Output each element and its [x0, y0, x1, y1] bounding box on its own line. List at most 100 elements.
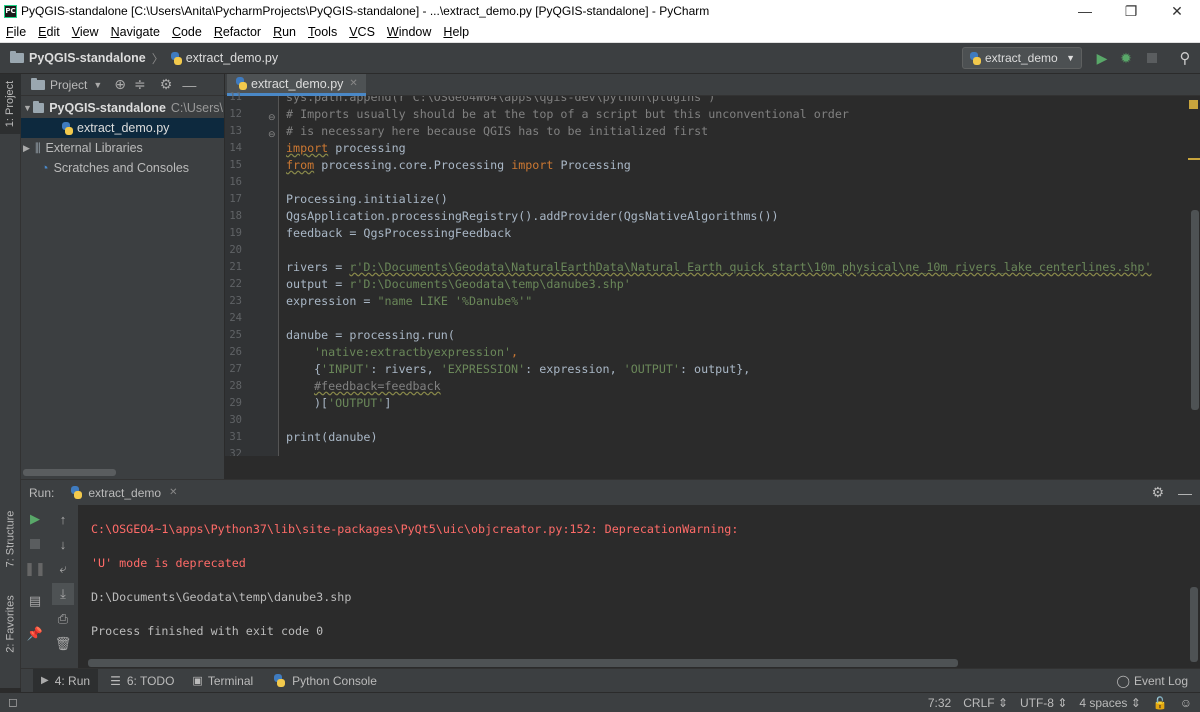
close-tab-icon[interactable]: ✕: [169, 487, 177, 498]
hide-panel-icon[interactable]: —: [182, 77, 196, 93]
line-separator[interactable]: CRLF ⇕: [963, 696, 1008, 710]
tree-item-path: C:\Users\: [170, 101, 223, 115]
code-line-25: danube = processing.run(: [286, 328, 455, 342]
lock-icon[interactable]: 🔓: [1153, 696, 1168, 710]
tab-python-console[interactable]: Python Console: [273, 674, 377, 688]
vertical-scrollbar[interactable]: [1191, 210, 1199, 410]
code-line-18: QgsApplication.processingRegistry().addP…: [286, 209, 779, 223]
stop-icon[interactable]: [24, 533, 46, 555]
console-line: C:\OSGEO4~1\apps\Python37\lib\site-packa…: [91, 522, 739, 536]
line-number: 30: [229, 414, 242, 426]
menu-window[interactable]: Window: [387, 25, 437, 39]
arrow-down-icon[interactable]: ↓: [52, 533, 74, 555]
python-file-icon: [170, 51, 183, 65]
line-number: 31: [229, 431, 242, 443]
tab-event-log[interactable]: ◯ Event Log: [1117, 674, 1188, 688]
tree-item-external-libraries[interactable]: ▶ ⫼ External Libraries: [23, 138, 223, 158]
line-number: 12: [229, 108, 242, 120]
code-line-28: #feedback=feedback: [314, 379, 441, 393]
tree-item-extract-demo[interactable]: extract_demo.py: [21, 118, 224, 138]
indent-setting[interactable]: 4 spaces ⇕: [1079, 696, 1140, 710]
menu-edit[interactable]: Edit: [38, 25, 66, 39]
scroll-to-end-icon[interactable]: ⤓: [52, 583, 74, 605]
soft-wrap-icon[interactable]: ⤶: [52, 558, 74, 580]
menu-tools[interactable]: Tools: [308, 25, 343, 39]
hide-panel-icon[interactable]: —: [1178, 485, 1192, 501]
tree-item-project-root[interactable]: ▼ PyQGIS-standalone C:\Users\: [23, 98, 223, 118]
editor-tab-bar: extract_demo.py ✕: [225, 74, 1200, 96]
tab-run[interactable]: ▶ 4: Run: [33, 668, 99, 693]
minimize-button[interactable]: —: [1062, 0, 1108, 22]
tab-terminal[interactable]: ▣ Terminal: [192, 674, 253, 688]
run-icon[interactable]: ▶: [1092, 47, 1112, 69]
horizontal-scrollbar[interactable]: [88, 659, 958, 667]
fold-marker-icon[interactable]: ⊖: [268, 112, 276, 123]
arrow-up-icon[interactable]: ↑: [52, 508, 74, 530]
restore-button[interactable]: ❐: [1108, 0, 1154, 22]
menu-run[interactable]: Run: [273, 25, 302, 39]
menu-navigate[interactable]: Navigate: [111, 25, 166, 39]
close-button[interactable]: ✕: [1154, 0, 1200, 22]
console-line: Process finished with exit code 0: [91, 624, 324, 638]
collapse-all-icon[interactable]: ≑: [134, 76, 146, 93]
terminal-icon: ▣: [192, 675, 203, 687]
editor-error-stripe[interactable]: [1188, 96, 1200, 456]
menu-view[interactable]: View: [72, 25, 105, 39]
tool-windows-toggle-icon[interactable]: ◻: [8, 695, 18, 709]
run-icon: ▶: [41, 675, 49, 686]
close-tab-icon[interactable]: ✕: [349, 78, 357, 89]
print-icon[interactable]: ⎙: [52, 608, 74, 630]
project-panel: Project ▼ ⊕ ≑ ⚙ — ▼ PyQGIS-standalone C:…: [21, 74, 225, 479]
python-file-icon: [61, 121, 74, 135]
tab-todo[interactable]: ☰ 6: TODO: [110, 674, 174, 688]
event-log-icon: ◯: [1116, 673, 1130, 688]
run-tab-extract-demo[interactable]: extract_demo: [88, 486, 161, 500]
tree-item-label: Scratches and Consoles: [53, 161, 190, 175]
tree-item-label: External Libraries: [45, 141, 143, 155]
tree-item-label: extract_demo.py: [77, 121, 170, 135]
trash-icon[interactable]: 🗑: [52, 633, 74, 655]
menu-help[interactable]: Help: [443, 25, 475, 39]
tool-window-bar: ▶ 4: Run ☰ 6: TODO ▣ Terminal Python Con…: [21, 668, 1200, 693]
stop-icon[interactable]: [1142, 47, 1162, 69]
breadcrumb-project[interactable]: PyQGIS-standalone: [29, 51, 146, 65]
debug-icon[interactable]: ✹: [1116, 47, 1136, 69]
menu-vcs[interactable]: VCS: [349, 25, 381, 39]
python-console-icon: [273, 674, 286, 687]
tree-item-scratches[interactable]: ◔ Scratches and Consoles: [41, 158, 221, 178]
run-configuration-select[interactable]: extract_demo ▼: [962, 47, 1082, 69]
line-number: 20: [229, 244, 242, 256]
project-tool-tab[interactable]: 1: Project: [0, 74, 21, 134]
tab-extract-demo[interactable]: extract_demo.py ✕: [227, 74, 366, 96]
gear-icon[interactable]: ⚙: [160, 76, 173, 93]
line-number-gutter: 11 12 13 14 15 16 17 18 19 20 21 22 23 2…: [225, 91, 279, 460]
project-icon: [31, 77, 45, 90]
search-icon[interactable]: ⚲: [1174, 47, 1196, 69]
gear-icon[interactable]: ⚙: [1151, 484, 1164, 501]
horizontal-scrollbar[interactable]: [23, 469, 116, 476]
caret-position[interactable]: 7:32: [928, 696, 951, 710]
pin-icon[interactable]: 📌: [24, 623, 46, 645]
menu-refactor[interactable]: Refactor: [214, 25, 267, 39]
chevron-down-icon[interactable]: ▼: [93, 80, 102, 90]
run-console[interactable]: C:\OSGEO4~1\apps\Python37\lib\site-packa…: [78, 505, 1188, 668]
file-encoding[interactable]: UTF-8 ⇕: [1020, 696, 1067, 710]
warning-indicator-icon[interactable]: [1189, 100, 1198, 109]
code-editor[interactable]: sys.path.append(r'C:\OSGeo4W64\apps\qgis…: [279, 96, 1188, 456]
line-number: 26: [229, 346, 242, 358]
layout-icon[interactable]: ▤: [24, 590, 46, 612]
vertical-scrollbar[interactable]: [1190, 587, 1198, 662]
menu-file[interactable]: File: [6, 25, 32, 39]
target-icon[interactable]: ⊕: [114, 76, 126, 93]
fold-marker-icon[interactable]: ⊖: [268, 129, 276, 140]
rerun-icon[interactable]: ▶: [24, 508, 46, 530]
favorites-tool-tab[interactable]: 2: Favorites: [0, 574, 21, 674]
breadcrumb-file[interactable]: extract_demo.py: [186, 51, 278, 65]
project-view-select[interactable]: Project: [50, 78, 87, 92]
pause-icon[interactable]: ❚❚: [24, 558, 46, 580]
line-number: 17: [229, 193, 242, 205]
menu-code[interactable]: Code: [172, 25, 208, 39]
inspector-icon[interactable]: ☺: [1180, 696, 1192, 710]
warning-marker[interactable]: [1188, 158, 1200, 160]
line-number: 13: [229, 125, 242, 137]
